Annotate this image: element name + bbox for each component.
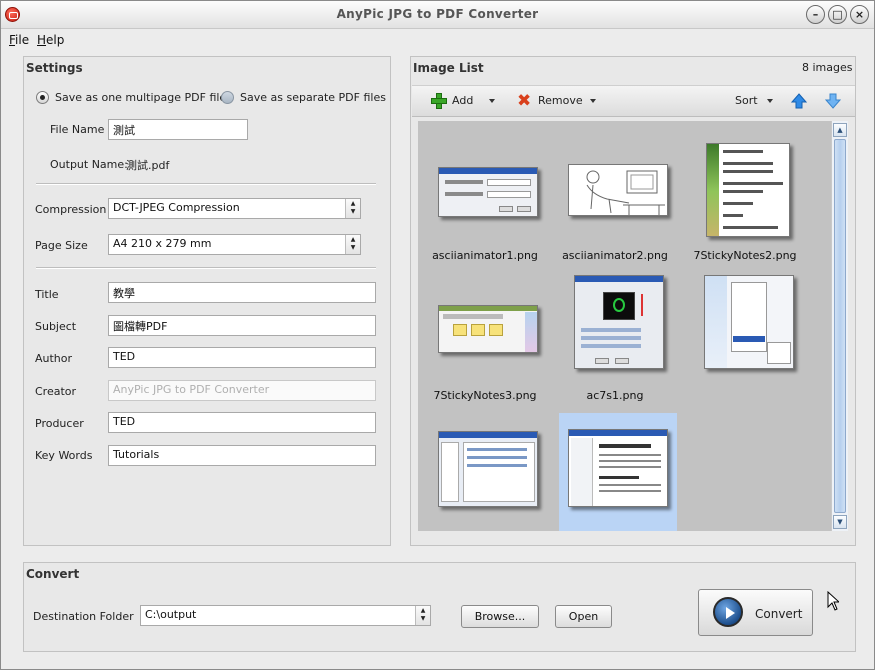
image-list-scrollbar[interactable]: ▲ ▼: [831, 121, 848, 531]
image-list-panel: Image List 8 images Add ✖ Remove Sort as…: [410, 56, 856, 546]
add-icon[interactable]: [431, 93, 447, 109]
title-label: Title: [35, 288, 59, 301]
add-button[interactable]: Add: [452, 94, 473, 107]
menu-help-mnemonic: H: [37, 33, 47, 47]
menu-bar: File Help: [1, 30, 874, 50]
file-name-input[interactable]: 測試: [108, 119, 248, 140]
title-bar[interactable]: AnyPic JPG to PDF Converter – □ ×: [1, 1, 874, 29]
app-window: AnyPic JPG to PDF Converter – □ × File H…: [0, 0, 875, 670]
image-thumbnail: [438, 431, 538, 507]
compression-label: Compression: [35, 203, 107, 216]
radio-separate-label[interactable]: Save as separate PDF files: [240, 91, 386, 104]
producer-input[interactable]: TED: [108, 412, 376, 433]
compression-value: DCT-JPEG Compression: [113, 201, 240, 214]
minimize-icon: –: [812, 8, 819, 21]
sort-dropdown-caret-icon[interactable]: [767, 99, 773, 103]
image-list-title: Image List: [413, 61, 484, 75]
menu-file-label: ile: [15, 33, 30, 47]
image-grid[interactable]: asciianimator1.png asciianimator2.png 7S…: [418, 121, 831, 531]
image-thumbnail: [438, 305, 538, 353]
close-icon: ×: [854, 8, 865, 21]
author-label: Author: [35, 352, 73, 365]
image-thumb-item[interactable]: 7StickyNotes3.png: [426, 269, 544, 402]
divider: [36, 267, 376, 269]
close-button[interactable]: ×: [850, 5, 869, 24]
image-count: 8 images: [802, 61, 853, 74]
image-filename: 7StickyNotes2.png: [693, 249, 797, 262]
maximize-icon: □: [832, 8, 843, 21]
image-thumb-item[interactable]: 7StickyNotes2.png: [686, 129, 804, 262]
page-size-value: A4 210 x 279 mm: [113, 237, 212, 250]
producer-label: Producer: [35, 417, 84, 430]
convert-button[interactable]: Convert: [698, 589, 813, 636]
subject-input[interactable]: 圖檔轉PDF: [108, 315, 376, 336]
divider: [36, 183, 376, 185]
destination-folder-label: Destination Folder: [33, 610, 134, 623]
image-thumbnail: [706, 143, 790, 237]
output-name-label: Output Name:: [50, 158, 128, 171]
browse-button[interactable]: Browse...: [461, 605, 539, 628]
image-thumbnail: [574, 275, 664, 369]
creator-input: AnyPic JPG to PDF Converter: [108, 380, 376, 401]
scrollbar-thumb[interactable]: [834, 139, 846, 513]
minimize-button[interactable]: –: [806, 5, 825, 24]
radio-separate[interactable]: [221, 91, 234, 104]
maximize-button[interactable]: □: [828, 5, 847, 24]
settings-title: Settings: [26, 61, 83, 75]
compression-select[interactable]: DCT-JPEG Compression ▲ ▼: [108, 198, 361, 219]
play-icon: [713, 597, 743, 627]
image-thumb-item[interactable]: asciianimator2.png: [556, 129, 674, 262]
image-thumb-item[interactable]: [426, 413, 544, 531]
convert-title: Convert: [26, 567, 80, 581]
image-thumb-item[interactable]: ac7s1.png: [556, 269, 674, 402]
menu-file[interactable]: File: [9, 33, 29, 47]
spin-arrows-icon[interactable]: ▲ ▼: [345, 235, 360, 254]
image-thumbnail: [568, 164, 668, 216]
image-filename: ac7s1.png: [586, 389, 644, 402]
file-name-label: File Name: [50, 123, 105, 136]
title-input[interactable]: 教學: [108, 282, 376, 303]
image-thumb-item-selected[interactable]: [559, 413, 677, 531]
image-thumbnail: [704, 275, 794, 369]
keywords-input[interactable]: Tutorials: [108, 445, 376, 466]
author-input[interactable]: TED: [108, 347, 376, 368]
remove-dropdown-caret-icon[interactable]: [590, 99, 596, 103]
image-thumb-item[interactable]: asciianimator1.png: [426, 129, 544, 262]
spin-arrows-icon[interactable]: ▲ ▼: [415, 606, 430, 625]
remove-icon[interactable]: ✖: [517, 93, 532, 110]
output-name-value: 測試.pdf: [126, 159, 170, 172]
scroll-down-icon[interactable]: ▼: [833, 515, 847, 529]
image-thumbnail: [438, 167, 538, 217]
window-title: AnyPic JPG to PDF Converter: [336, 7, 539, 21]
keywords-label: Key Words: [35, 449, 93, 462]
image-filename: asciianimator1.png: [432, 249, 538, 262]
radio-multipage[interactable]: [36, 91, 49, 104]
settings-panel: Settings Save as one multipage PDF file …: [23, 56, 391, 546]
menu-help-label: elp: [46, 33, 65, 47]
mouse-cursor-icon: [827, 591, 839, 611]
image-thumbnail: [568, 429, 668, 507]
subject-label: Subject: [35, 320, 77, 333]
move-up-icon[interactable]: [791, 93, 807, 109]
convert-panel: Convert Destination Folder C:\output ▲ ▼ …: [23, 562, 856, 652]
image-toolbar: Add ✖ Remove Sort: [412, 85, 855, 117]
menu-help[interactable]: Help: [37, 33, 64, 47]
convert-button-label: Convert: [755, 607, 803, 621]
open-button[interactable]: Open: [555, 605, 612, 628]
image-filename: 7StickyNotes3.png: [433, 389, 537, 402]
destination-folder-select[interactable]: C:\output ▲ ▼: [140, 605, 431, 626]
page-size-select[interactable]: A4 210 x 279 mm ▲ ▼: [108, 234, 361, 255]
page-size-label: Page Size: [35, 239, 88, 252]
spin-arrows-icon[interactable]: ▲ ▼: [345, 199, 360, 218]
move-down-icon[interactable]: [825, 93, 841, 109]
radio-multipage-label[interactable]: Save as one multipage PDF file: [55, 91, 226, 104]
add-dropdown-caret-icon[interactable]: [489, 99, 495, 103]
image-filename: asciianimator2.png: [562, 249, 668, 262]
remove-button[interactable]: Remove: [538, 94, 583, 107]
scroll-up-icon[interactable]: ▲: [833, 123, 847, 137]
image-thumb-item[interactable]: [686, 269, 804, 387]
destination-folder-value: C:\output: [145, 608, 197, 621]
creator-label: Creator: [35, 385, 77, 398]
sort-button[interactable]: Sort: [735, 94, 758, 107]
